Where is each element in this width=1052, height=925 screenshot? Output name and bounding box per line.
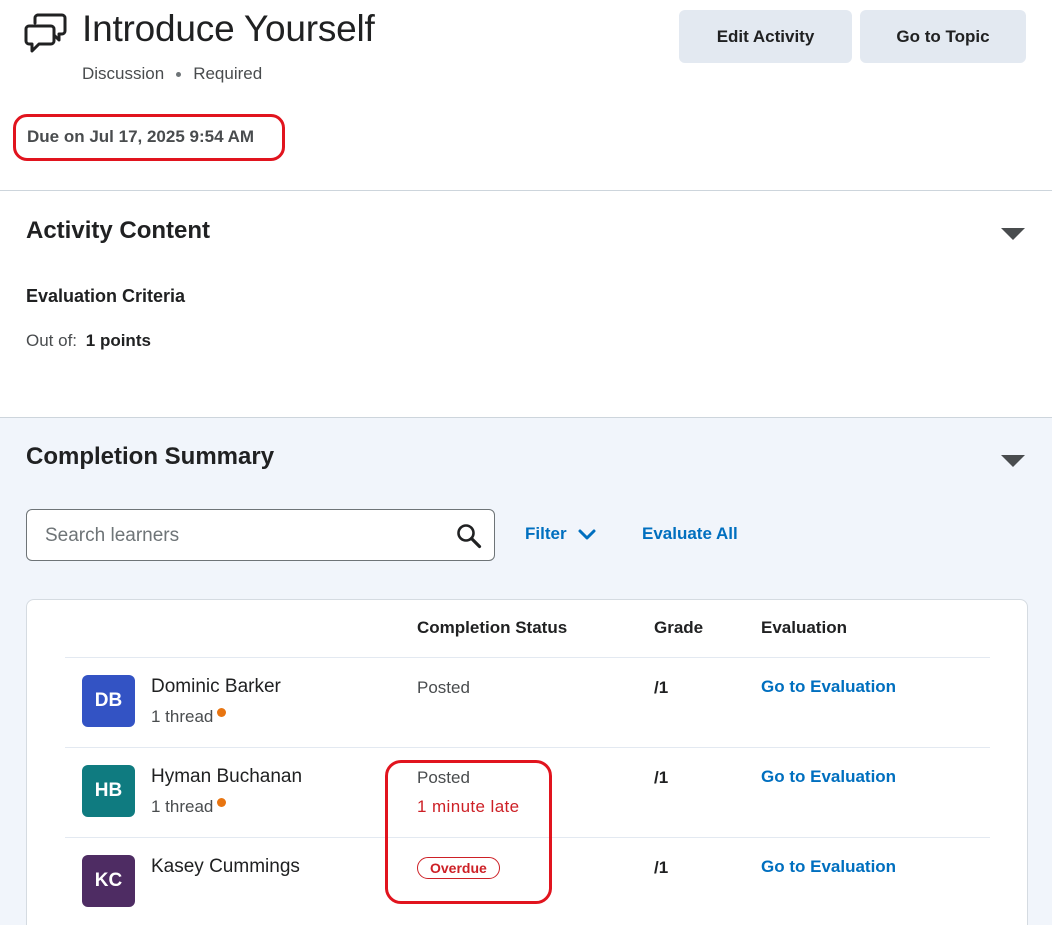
activity-content-section: Activity Content Evaluation Criteria Out…	[0, 191, 1052, 417]
thread-count: 1 thread	[151, 797, 227, 817]
discussion-icon	[24, 13, 67, 53]
completion-status-highlight	[385, 760, 552, 904]
collapse-activity-content-caret-icon[interactable]	[1001, 228, 1025, 240]
activity-content-title: Activity Content	[26, 217, 211, 244]
activity-header: Introduce Yourself Discussion Required E…	[0, 0, 1052, 190]
requirement-label: Required	[193, 64, 263, 83]
filter-button[interactable]: Filter	[525, 524, 597, 544]
avatar: KC	[82, 855, 135, 907]
completion-summary-title: Completion Summary	[26, 443, 275, 470]
out-of: Out of: 1 points	[26, 331, 151, 351]
separator-dot-icon	[176, 71, 182, 77]
activity-meta: Discussion Required	[82, 64, 262, 84]
go-to-evaluation-link[interactable]: Go to Evaluation	[761, 767, 896, 787]
evaluation-criteria-heading: Evaluation Criteria	[26, 286, 186, 306]
grade-value: /1	[654, 678, 669, 697]
table-row: DB Dominic Barker 1 thread Posted /1 Go …	[27, 657, 1027, 747]
learner-name: Dominic Barker	[151, 676, 281, 697]
thread-count-label: 1 thread	[151, 707, 214, 726]
column-header-completion-status: Completion Status	[417, 618, 568, 637]
out-of-value: 1 points	[85, 331, 151, 350]
new-activity-dot-icon	[217, 798, 227, 807]
page-title: Introduce Yourself	[82, 8, 375, 49]
due-date: Due on Jul 17, 2025 9:54 AM	[27, 127, 255, 146]
thread-count-label: 1 thread	[151, 797, 214, 816]
go-to-evaluation-link[interactable]: Go to Evaluation	[761, 857, 896, 877]
activity-type: Discussion	[82, 64, 165, 83]
search-box	[26, 509, 495, 561]
go-to-evaluation-link[interactable]: Go to Evaluation	[761, 677, 896, 697]
evaluate-all-link[interactable]: Evaluate All	[642, 524, 738, 544]
new-activity-dot-icon	[217, 708, 227, 717]
filter-label: Filter	[525, 524, 567, 543]
collapse-completion-summary-caret-icon[interactable]	[1001, 455, 1025, 467]
avatar: DB	[82, 675, 135, 727]
search-icon[interactable]	[456, 523, 482, 549]
column-header-grade: Grade	[654, 618, 704, 637]
out-of-label: Out of:	[26, 331, 78, 350]
completion-status: Posted	[417, 678, 470, 697]
go-to-topic-button[interactable]: Go to Topic	[860, 10, 1026, 63]
edit-activity-button[interactable]: Edit Activity	[679, 10, 852, 63]
grade-value: /1	[654, 768, 669, 787]
search-input[interactable]	[45, 522, 445, 550]
thread-count: 1 thread	[151, 707, 227, 727]
avatar: HB	[82, 765, 135, 817]
learner-name: Hyman Buchanan	[151, 766, 303, 787]
learner-name: Kasey Cummings	[151, 856, 300, 877]
chevron-down-icon	[578, 529, 596, 540]
column-header-evaluation: Evaluation	[761, 618, 847, 637]
grade-value: /1	[654, 858, 669, 877]
